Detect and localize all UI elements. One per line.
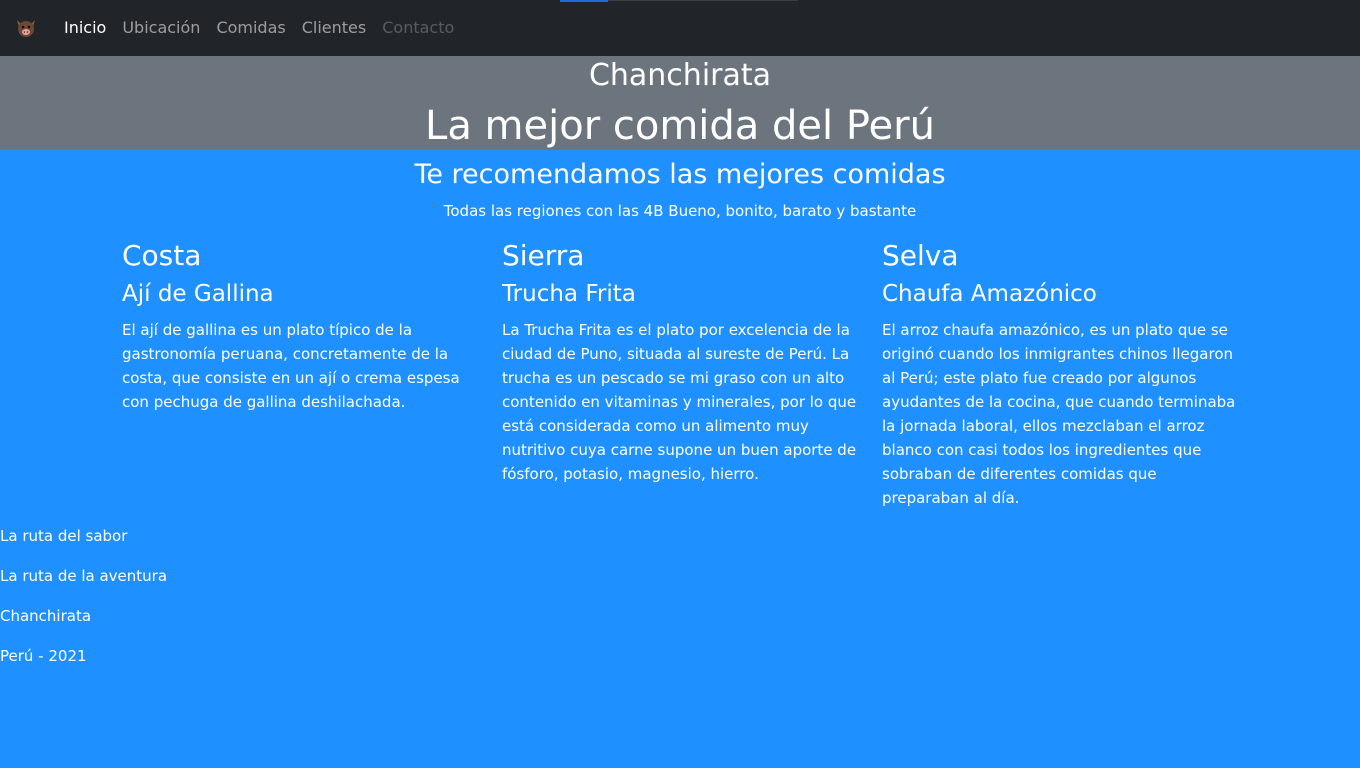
nav-link-comidas[interactable]: Comidas: [208, 0, 293, 56]
hero-banner: Chanchirata La mejor comida del Perú: [0, 56, 1360, 150]
footer: La ruta del sabor La ruta de la aventura…: [0, 524, 167, 684]
navbar: Inicio Ubicación Comidas Clientes Contac…: [0, 0, 1360, 56]
footer-line: La ruta de la aventura: [0, 567, 168, 585]
hero-title: La mejor comida del Perú: [425, 103, 935, 149]
footer-line: Perú - 2021: [0, 647, 87, 665]
dish-heading: Ají de Gallina: [122, 281, 274, 307]
region-heading: Selva: [882, 239, 959, 272]
hero-subtitle: Chanchirata: [588, 58, 772, 93]
pig-head-icon[interactable]: [14, 16, 38, 40]
dish-heading: Trucha Frita: [502, 281, 636, 307]
region-heading: Sierra: [502, 239, 585, 272]
nav-link-ubicacion[interactable]: Ubicación: [114, 0, 208, 56]
footer-line: Chanchirata: [0, 607, 92, 625]
nav-link-clientes[interactable]: Clientes: [294, 0, 375, 56]
dish-description: El ají de gallina es un plato típico de …: [122, 321, 460, 411]
region-card-costa: Costa Ají de Gallina El ají de gallina e…: [122, 236, 478, 414]
nav-accent-bar: [560, 0, 608, 2]
dish-heading: Chaufa Amazónico: [882, 281, 1097, 307]
nav-accent-line: [608, 0, 798, 1]
section-subtitle: Todas las regiones con las 4B Bueno, bon…: [443, 202, 917, 220]
nav-links: Inicio Ubicación Comidas Clientes Contac…: [56, 0, 462, 56]
dish-description: El arroz chaufa amazónico, es un plato q…: [882, 321, 1236, 507]
region-card-selva: Selva Chaufa Amazónico El arroz chaufa a…: [882, 236, 1238, 510]
region-card-sierra: Sierra Trucha Frita La Trucha Frita es e…: [502, 236, 858, 486]
footer-line: La ruta del sabor: [0, 527, 128, 545]
nav-link-contacto[interactable]: Contacto: [374, 0, 462, 56]
nav-link-inicio[interactable]: Inicio: [56, 0, 114, 56]
dish-description: La Trucha Frita es el plato por excelenc…: [502, 321, 857, 483]
region-heading: Costa: [122, 239, 202, 272]
section-title: Te recomendamos las mejores comidas: [414, 159, 946, 190]
